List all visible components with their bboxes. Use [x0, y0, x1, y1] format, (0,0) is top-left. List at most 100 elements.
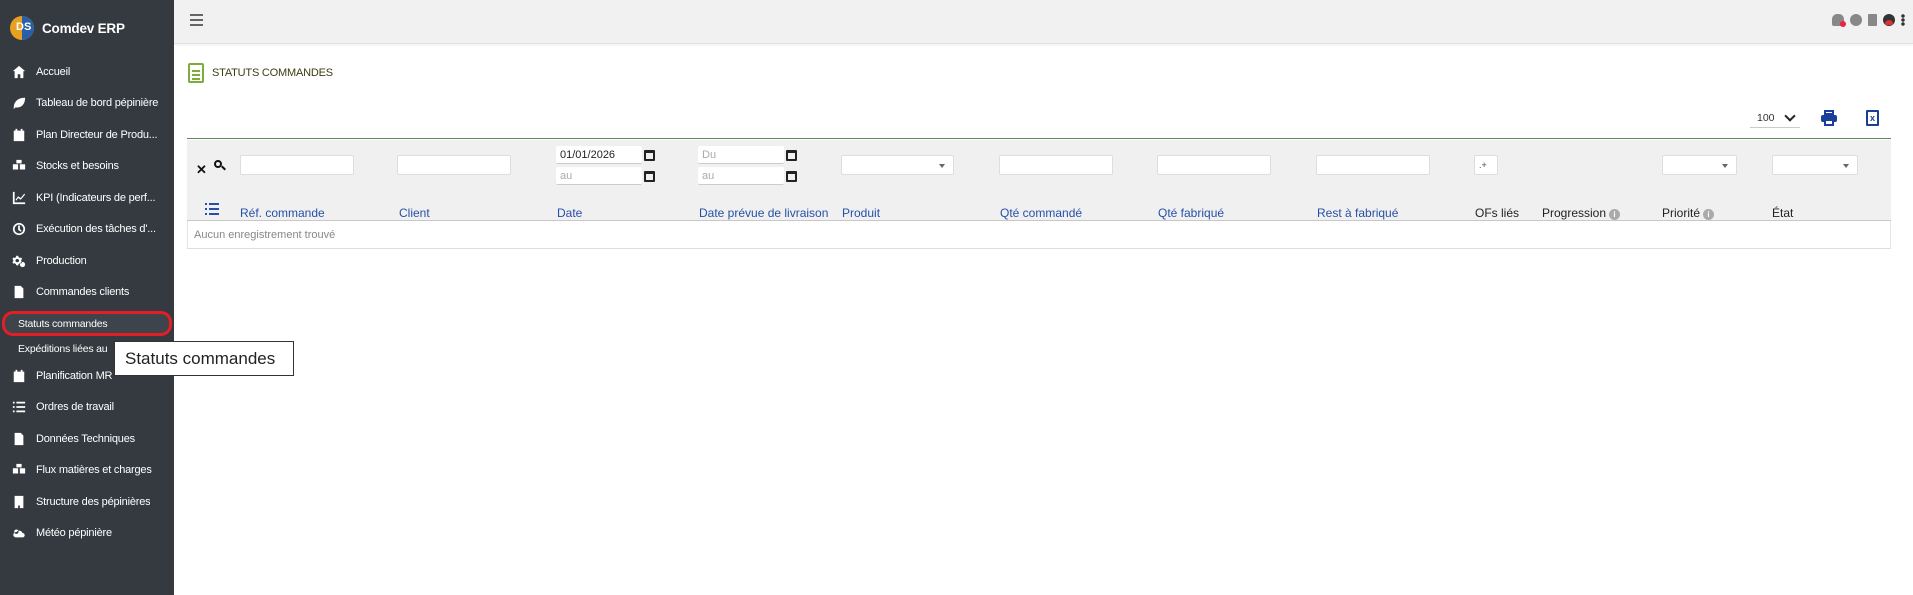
qty-made-filter-input[interactable] — [1157, 155, 1271, 175]
chart-line-icon — [12, 191, 26, 205]
page-size-value: 100 — [1757, 111, 1775, 124]
column-header-qty-ordered[interactable]: Qté commandé — [1000, 206, 1082, 220]
more-vertical-icon[interactable] — [1901, 14, 1905, 26]
sidebar-item-production[interactable]: Production — [0, 245, 174, 277]
column-header-delivery-date[interactable]: Date prévue de livraison — [699, 206, 828, 220]
page-title: STATUTS COMMANDES — [212, 67, 333, 79]
column-header-ref[interactable]: Réf. commande — [240, 206, 325, 220]
date-from-value: 01/01/2026 — [560, 148, 616, 161]
sidebar-subitem-label: Statuts commandes — [18, 317, 108, 330]
calendar-icon — [12, 128, 26, 142]
ofs-filter-value: .+ — [1479, 160, 1487, 170]
sidebar-item-label: Exécution des tâches d'... — [36, 223, 156, 236]
column-chooser-icon[interactable] — [205, 203, 219, 215]
user-avatar-icon[interactable] — [1883, 14, 1895, 26]
hamburger-menu-icon[interactable] — [190, 14, 203, 26]
list-check-icon — [12, 400, 26, 414]
sidebar-item-commandes-clients[interactable]: Commandes clients — [0, 277, 174, 309]
delivery-to-input[interactable]: au — [698, 167, 784, 185]
sidebar-item-ordres-de-travail[interactable]: Ordres de travail — [0, 392, 174, 424]
leaf-icon — [12, 96, 26, 110]
delivery-from-input[interactable]: Du — [698, 146, 784, 164]
sidebar-item-accueil[interactable]: Accueil — [0, 56, 174, 88]
brand[interactable]: DS Comdev ERP — [0, 0, 174, 56]
delivery-from-placeholder: Du — [702, 148, 717, 161]
calendar-icon[interactable] — [644, 171, 655, 182]
file-icon — [12, 285, 26, 299]
state-filter-select[interactable] — [1772, 155, 1858, 175]
sidebar-item-label: Météo pépinière — [36, 527, 112, 540]
ref-filter-input[interactable] — [240, 155, 354, 175]
info-icon[interactable]: i — [1609, 209, 1621, 220]
sidebar-item-stocks[interactable]: Stocks et besoins — [0, 151, 174, 183]
excel-icon: x — [1869, 113, 1875, 123]
app-title: Comdev ERP — [42, 20, 125, 36]
sidebar-item-donnees-techniques[interactable]: Données Techniques — [0, 423, 174, 455]
chat-icon[interactable] — [1850, 14, 1862, 26]
print-button[interactable] — [1821, 110, 1837, 126]
empty-message: Aucun enregistrement trouvé — [187, 221, 1891, 249]
column-header-date[interactable]: Date — [557, 206, 582, 220]
delivery-to-placeholder: au — [702, 169, 715, 182]
column-header-priority: Priorité i — [1662, 206, 1715, 220]
sidebar-item-label: KPI (Indicateurs de perf... — [36, 191, 156, 204]
qty-ordered-filter-input[interactable] — [999, 155, 1113, 175]
app-logo: DS — [10, 16, 34, 40]
calendar-icon — [12, 369, 26, 383]
priority-filter-select[interactable] — [1662, 155, 1737, 175]
sidebar-subitem-statuts-commandes[interactable]: Statuts commandes — [2, 311, 172, 336]
sidebar-item-label: Commandes clients — [36, 286, 130, 299]
info-icon[interactable]: i — [1703, 209, 1715, 220]
sidebar-item-plan-directeur[interactable]: Plan Directeur de Produ... — [0, 119, 174, 151]
column-header-qty-made[interactable]: Qté fabriqué — [1158, 206, 1224, 220]
sidebar-item-label: Flux matières et charges — [36, 464, 152, 477]
clear-filters-icon[interactable]: ✕ — [196, 162, 207, 178]
qty-left-filter-input[interactable] — [1316, 155, 1430, 175]
sidebar-item-tableau-de-bord[interactable]: Tableau de bord pépinière — [0, 88, 174, 120]
calendar-icon[interactable] — [786, 150, 797, 161]
column-header-state: État — [1772, 206, 1794, 220]
client-filter-input[interactable] — [397, 155, 511, 175]
ofs-filter-select[interactable]: .+ — [1474, 155, 1498, 175]
gears-icon — [12, 254, 26, 268]
sidebar-item-label: Production — [36, 254, 87, 267]
column-header-qty-left[interactable]: Rest à fabriqué — [1317, 206, 1398, 220]
date-to-input[interactable]: au — [556, 167, 642, 185]
column-header-progress-label: Progression — [1542, 206, 1607, 220]
notification-bell-icon[interactable] — [1832, 14, 1846, 27]
search-icon[interactable] — [214, 160, 226, 171]
cloud-sun-icon — [12, 526, 26, 540]
top-actions — [1832, 14, 1905, 27]
tooltip: Statuts commandes — [114, 341, 294, 376]
excel-export-button[interactable]: x — [1866, 110, 1879, 126]
column-header-product[interactable]: Produit — [842, 206, 880, 220]
home-icon — [12, 65, 26, 79]
sidebar-item-label: Accueil — [36, 65, 71, 78]
column-header-progress: Progression i — [1542, 206, 1621, 220]
file-icon — [12, 432, 26, 446]
logo-letters: DS — [16, 21, 32, 33]
calendar-icon[interactable] — [644, 150, 655, 161]
column-header-client[interactable]: Client — [399, 206, 430, 220]
calendar-icon[interactable] — [786, 171, 797, 182]
sidebar-item-label: Tableau de bord pépinière — [36, 97, 159, 110]
sidebar-item-label: Plan Directeur de Produ... — [36, 128, 158, 141]
date-to-placeholder: au — [560, 169, 573, 182]
sidebar-item-flux-matieres[interactable]: Flux matières et charges — [0, 455, 174, 487]
sidebar-item-label: Stocks et besoins — [36, 160, 119, 173]
boxes-icon — [12, 159, 26, 173]
sidebar-item-meteo[interactable]: Météo pépinière — [0, 518, 174, 550]
chevron-down-icon — [1784, 110, 1796, 122]
sidebar-subitem-label: Expéditions liées au — [18, 342, 108, 355]
sidebar-item-label: Structure des pépinières — [36, 495, 151, 508]
clock-icon — [12, 222, 26, 236]
clipboard-icon[interactable] — [1868, 14, 1877, 26]
product-filter-select[interactable] — [841, 155, 954, 175]
sidebar-item-structure-pepinieres[interactable]: Structure des pépinières — [0, 486, 174, 518]
date-from-input[interactable]: 01/01/2026 — [556, 146, 642, 164]
sidebar-item-execution[interactable]: Exécution des tâches d'... — [0, 214, 174, 246]
sidebar-item-kpi[interactable]: KPI (Indicateurs de perf... — [0, 182, 174, 214]
sidebar: DS Comdev ERP Accueil Tableau de bord pé… — [0, 0, 174, 595]
document-icon — [188, 63, 204, 83]
page-size-select[interactable]: 100 — [1750, 108, 1800, 128]
